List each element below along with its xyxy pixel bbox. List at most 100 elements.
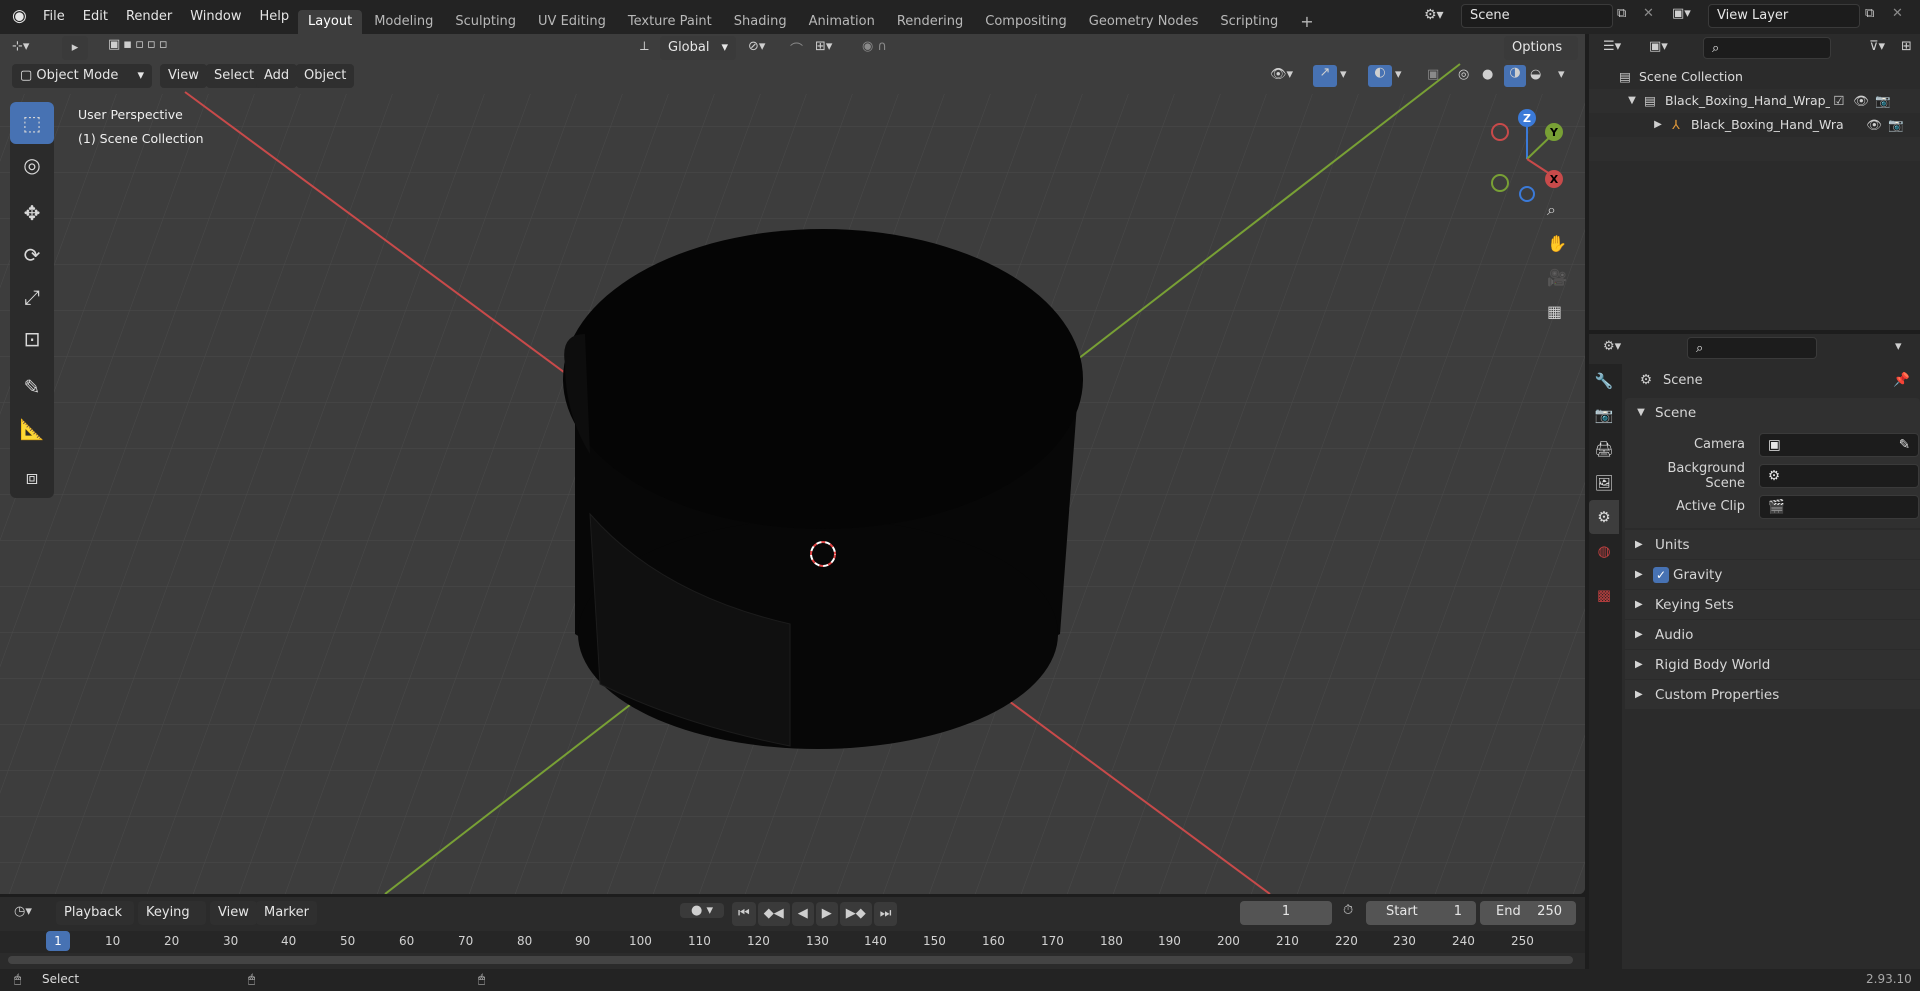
jump-start-icon[interactable]: ⏮ xyxy=(732,902,756,926)
play-icon[interactable]: ▶ xyxy=(815,902,838,926)
eyedropper-icon[interactable]: ✎ xyxy=(1899,434,1910,456)
delete-view-layer-icon[interactable]: ✕ xyxy=(1892,6,1903,21)
render-tab-icon[interactable]: 📷 xyxy=(1589,398,1619,432)
scene-tab-icon[interactable]: ⚙ xyxy=(1589,500,1619,534)
play-reverse-icon[interactable]: ◀ xyxy=(791,902,814,926)
menu-add[interactable]: Add xyxy=(256,64,298,88)
outliner[interactable]: ☰▾ ▣▾ ⌕ ⊽▾ ⊞ ▤ Scene Collection ▼ ▤ Blac… xyxy=(1589,34,1920,330)
audio-panel-header[interactable]: ▶ Audio xyxy=(1625,620,1920,649)
camera-view-icon[interactable]: 🎥 xyxy=(1547,268,1567,287)
pin-icon[interactable]: 📌 xyxy=(1893,372,1910,388)
menu-help[interactable]: Help xyxy=(251,0,299,34)
selection-mode-icons[interactable]: ▣▪▫▫▫ xyxy=(108,37,171,52)
tab-geometry-nodes[interactable]: Geometry Nodes xyxy=(1079,10,1209,34)
properties-search-input[interactable]: ⌕ xyxy=(1687,337,1817,359)
tab-shading[interactable]: Shading xyxy=(724,10,797,34)
proportional-editing-icon[interactable]: ◉ ∩ xyxy=(862,39,887,54)
rigid-body-world-panel-header[interactable]: ▶ Rigid Body World xyxy=(1625,650,1920,679)
xray-icon[interactable]: ▣ xyxy=(1427,67,1439,82)
list-item[interactable]: ▤ Scene Collection xyxy=(1589,65,1920,89)
view-layer-selector-icon[interactable]: ▣▾ xyxy=(1672,6,1691,21)
timeline-editor-type-icon[interactable]: ◷▾ xyxy=(14,904,32,919)
timeline-scrollbar[interactable] xyxy=(8,956,1573,964)
texture-tab-icon[interactable]: ▩ xyxy=(1589,578,1619,612)
new-collection-icon[interactable]: ⊞ xyxy=(1901,39,1912,54)
frame-ruler[interactable]: 1 10 20 30 40 50 60 70 80 90 100 110 120… xyxy=(0,931,1585,953)
custom-properties-panel-header[interactable]: ▶ Custom Properties xyxy=(1625,680,1920,709)
list-item[interactable]: ▶ ⅄ Black_Boxing_Hand_Wra 👁 📷 xyxy=(1589,113,1920,137)
shading-dropdown-icon[interactable]: ▾ xyxy=(1558,67,1565,82)
camera-render-icon[interactable]: 📷 xyxy=(1887,113,1905,137)
playback-menu[interactable]: Playback ▾ xyxy=(56,901,134,944)
gizmo-dropdown-icon[interactable]: ▾ xyxy=(1340,67,1347,82)
tab-scripting[interactable]: Scripting xyxy=(1210,10,1288,34)
expand-arrow-icon[interactable]: ▶ xyxy=(1651,113,1665,137)
add-workspace-button[interactable]: + xyxy=(1290,10,1323,34)
exclude-checkbox-icon[interactable]: ☑ xyxy=(1830,89,1848,113)
tab-modeling[interactable]: Modeling xyxy=(364,10,443,34)
tab-compositing[interactable]: Compositing xyxy=(975,10,1077,34)
outliner-editor-type-icon[interactable]: ☰▾ xyxy=(1603,39,1621,54)
playhead-frame[interactable]: 1 xyxy=(46,931,70,951)
tab-animation[interactable]: Animation xyxy=(799,10,885,34)
display-mode-icon[interactable]: ▣▾ xyxy=(1649,39,1668,54)
transform-orientation-dropdown[interactable]: Global ▾ xyxy=(660,36,736,60)
jump-end-icon[interactable]: ⏭ xyxy=(873,902,898,926)
scale-tool-icon[interactable]: ⤢ xyxy=(10,276,54,318)
scene-panel-header[interactable]: ▼ Scene xyxy=(1625,398,1920,427)
view-layer-tab-icon[interactable]: 🖼 xyxy=(1589,466,1619,500)
scene-name-field[interactable]: Scene xyxy=(1461,4,1613,28)
outliner-search-input[interactable]: ⌕ xyxy=(1703,37,1831,59)
transform-orientation-icon[interactable]: ⟂ xyxy=(640,39,649,54)
select-box-tool-icon[interactable]: ⬚ xyxy=(10,102,54,144)
new-scene-icon[interactable]: ⧉ xyxy=(1617,6,1626,21)
navigation-gizmo[interactable]: Z Y X xyxy=(1480,104,1570,204)
ortho-toggle-grid-icon[interactable]: ▦ xyxy=(1547,302,1562,321)
measure-tool-icon[interactable]: 📐 xyxy=(10,408,54,450)
overlay-dropdown-icon[interactable]: ▾ xyxy=(1395,67,1402,82)
tool-tab-icon[interactable]: 🔧 xyxy=(1589,364,1619,398)
rotate-tool-icon[interactable]: ⟳ xyxy=(10,234,54,276)
camera-field[interactable]: ▣ ✎ xyxy=(1759,432,1919,457)
cursor-tool-icon[interactable]: ◎ xyxy=(10,144,54,186)
gravity-checkbox[interactable]: ✓ xyxy=(1653,566,1669,583)
delete-scene-icon[interactable]: ✕ xyxy=(1643,6,1654,21)
marker-menu[interactable]: Marker xyxy=(256,901,317,925)
wireframe-shading-icon[interactable]: ◎ xyxy=(1458,67,1469,82)
world-tab-icon[interactable]: ◍ xyxy=(1589,534,1619,568)
zoom-icon[interactable]: ⌕ xyxy=(1547,200,1556,220)
menu-file[interactable]: File xyxy=(34,0,74,34)
tab-uv-editing[interactable]: UV Editing xyxy=(528,10,616,34)
overlay-toggle-icon[interactable]: ◐ xyxy=(1368,65,1392,87)
mode-dropdown[interactable]: ▢ Object Mode ▾ xyxy=(12,64,152,88)
keying-sets-panel-header[interactable]: ▶ Keying Sets xyxy=(1625,590,1920,619)
move-tool-icon[interactable]: ✥ xyxy=(10,192,54,234)
blender-logo-icon[interactable]: ◉ xyxy=(12,6,27,26)
output-tab-icon[interactable]: 🖨 xyxy=(1589,432,1619,466)
list-item[interactable]: ▼ ▤ Black_Boxing_Hand_Wrap_Ro ☑ 👁 📷 xyxy=(1589,89,1920,113)
active-clip-field[interactable]: 🎬 xyxy=(1759,494,1919,519)
visibility-icon[interactable]: 👁▾ xyxy=(1270,67,1293,82)
hand-wrap-object[interactable] xyxy=(563,229,1083,749)
timeline-view-menu[interactable]: View xyxy=(210,901,257,925)
keying-menu[interactable]: Keying ▾ xyxy=(138,901,206,944)
transform-tool-icon[interactable]: ⊡ xyxy=(10,318,54,360)
add-cube-tool-icon[interactable]: ⧈ xyxy=(10,456,54,498)
pan-hand-icon[interactable]: ✋ xyxy=(1547,234,1567,253)
material-shading-icon[interactable]: ◑ xyxy=(1504,65,1526,87)
snapping-icon[interactable]: ⌒ xyxy=(790,39,803,58)
tab-texture-paint[interactable]: Texture Paint xyxy=(618,10,722,34)
properties-editor-type-icon[interactable]: ⚙▾ xyxy=(1603,339,1621,354)
annotate-tool-icon[interactable]: ✎ xyxy=(10,366,54,408)
start-frame-field[interactable]: Start 1 xyxy=(1366,901,1476,925)
scene-selector-icon[interactable]: ⚙▾ xyxy=(1424,7,1444,23)
eye-icon[interactable]: 👁 xyxy=(1861,113,1887,137)
gravity-panel-header[interactable]: ▶ ✓ Gravity xyxy=(1625,560,1920,589)
prev-keyframe-icon[interactable]: ◆◀ xyxy=(757,902,790,926)
menu-select[interactable]: Select xyxy=(206,64,263,88)
menu-render[interactable]: Render xyxy=(117,0,181,34)
menu-edit[interactable]: Edit xyxy=(74,0,117,34)
editor-type-icon[interactable]: ⊹▾ xyxy=(12,39,29,54)
snap-target-icon[interactable]: ⊞▾ xyxy=(815,39,832,54)
pivot-point-icon[interactable]: ⊘▾ xyxy=(748,39,765,54)
